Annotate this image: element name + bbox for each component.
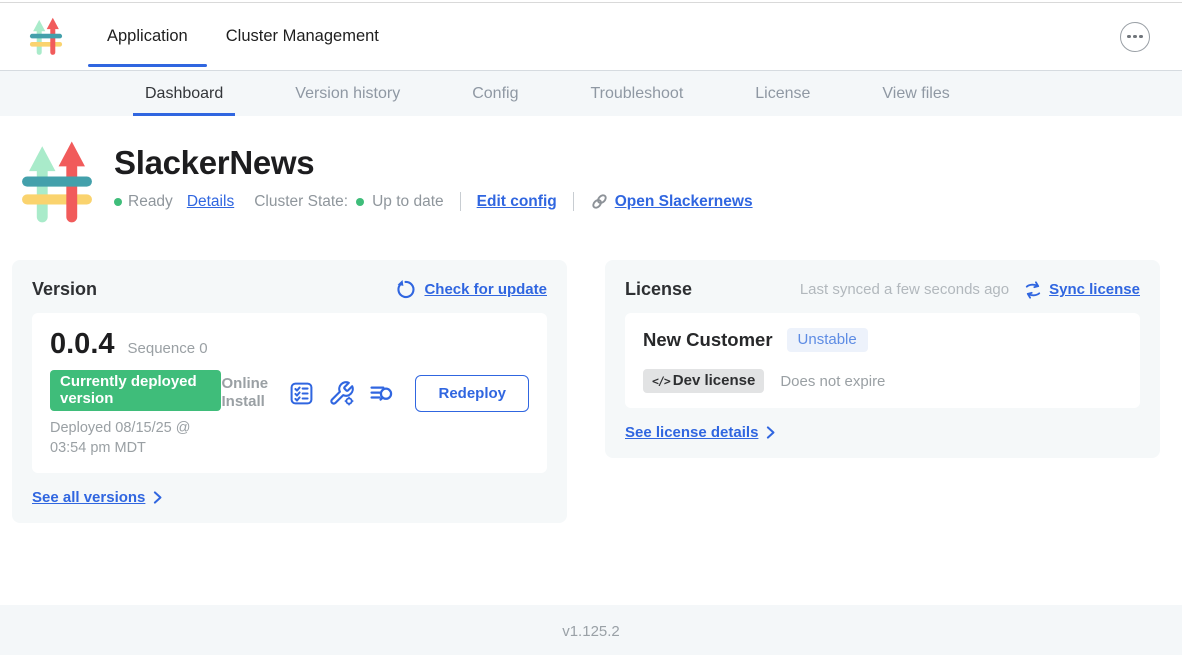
app-logo-large [18,140,96,227]
preflight-checks-icon [288,380,315,407]
app-header-text: SlackerNews Ready Details Cluster State:… [114,138,753,211]
cluster-state-value: Up to date [372,193,444,211]
topbar-right [1120,3,1182,70]
subnav-tab-version-history-label: Version history [295,85,400,103]
dashboard-main: SlackerNews Ready Details Cluster State:… [0,116,1182,605]
open-app-link[interactable]: Open Slackernews [615,193,753,211]
version-action-icons [288,380,395,407]
app-subnav: Dashboard Version history Config Trouble… [0,71,1182,116]
app-status-text: Ready [128,193,173,211]
subnav-tab-license[interactable]: License [743,71,822,116]
dashboard-cards: Version Check for update 0.0.4 Sequence [12,260,1160,523]
chevron-right-icon [149,489,166,506]
version-info: 0.0.4 Sequence 0 Currently deployed vers… [50,328,221,458]
edit-config-link[interactable]: Edit config [477,193,557,211]
sync-arrows-icon [1023,280,1043,300]
slackernews-logo-icon [28,17,64,57]
sync-license[interactable]: Sync license [1023,280,1140,300]
tab-application[interactable]: Application [88,3,207,70]
see-license-details[interactable]: See license details [625,424,1140,441]
deploy-logs-button[interactable] [368,380,395,407]
current-version-panel: 0.0.4 Sequence 0 Currently deployed vers… [32,313,547,473]
status-details-link[interactable]: Details [187,193,234,211]
app-logo-small [0,3,88,70]
ellipsis-dot [1127,35,1131,39]
subnav-tab-config-label: Config [472,85,518,103]
see-all-versions-link[interactable]: See all versions [32,489,145,506]
channel-badge: Unstable [787,328,868,352]
version-sequence: Sequence 0 [128,340,208,357]
customer-name: New Customer [643,329,773,351]
install-type-label: Online Install [221,375,273,411]
subnav-tab-view-files[interactable]: View files [870,71,961,116]
license-type-badge: </> Dev license [643,369,764,393]
version-card-header: Version Check for update [32,279,547,300]
subnav-tab-config[interactable]: Config [460,71,530,116]
license-sync-area: Last synced a few seconds ago Sync licen… [800,280,1140,300]
subnav-tab-dashboard[interactable]: Dashboard [133,71,235,116]
version-number-row: 0.0.4 Sequence 0 [50,328,221,361]
tab-cluster-management-label: Cluster Management [226,27,379,46]
version-number: 0.0.4 [50,328,115,361]
config-wrench-icon [328,380,355,407]
subnav-tab-license-label: License [755,85,810,103]
license-type-label: Dev license [673,372,756,389]
app-header: SlackerNews Ready Details Cluster State:… [18,138,1182,227]
version-card-title: Version [32,279,97,300]
app-status-dot [114,198,122,206]
customer-row: New Customer Unstable [643,328,1122,352]
tab-application-label: Application [107,27,188,46]
see-license-details-link[interactable]: See license details [625,424,758,441]
app-title: SlackerNews [114,144,753,182]
license-card-header: License Last synced a few seconds ago Sy… [625,279,1140,300]
license-details-panel: New Customer Unstable </> Dev license Do… [625,313,1140,408]
subnav-tab-view-files-label: View files [882,85,949,103]
more-menu-button[interactable] [1120,22,1150,52]
license-expiration: Does not expire [780,373,885,390]
console-version: v1.125.2 [562,623,620,640]
version-card: Version Check for update 0.0.4 Sequence [12,260,567,523]
last-synced-text: Last synced a few seconds ago [800,281,1009,298]
license-card-title: License [625,279,692,300]
chain-link-icon [590,192,609,211]
redeploy-button[interactable]: Redeploy [415,375,529,412]
subnav-tab-dashboard-label: Dashboard [145,85,223,103]
chevron-right-icon [762,424,779,441]
console-footer: v1.125.2 [0,605,1182,655]
refresh-icon [395,279,416,300]
license-type-row: </> Dev license Does not expire [643,369,1122,393]
tab-cluster-management[interactable]: Cluster Management [207,3,398,70]
check-for-update-link[interactable]: Check for update [424,281,547,298]
app-status-row: Ready Details Cluster State: Up to date … [114,192,753,211]
divider [573,192,574,211]
config-wrench-button[interactable] [328,380,355,407]
check-for-update[interactable]: Check for update [395,279,547,300]
subnav-tab-version-history[interactable]: Version history [283,71,412,116]
license-card: License Last synced a few seconds ago Sy… [605,260,1160,458]
see-all-versions[interactable]: See all versions [32,489,547,506]
ellipsis-dot [1139,35,1143,39]
deployed-status-badge: Currently deployed version [50,370,221,411]
divider [460,192,461,211]
sync-license-link[interactable]: Sync license [1049,281,1140,298]
cluster-state-label: Cluster State: [254,193,348,211]
version-actions: Online Install [221,375,529,412]
slackernews-logo-icon [18,140,96,227]
cluster-state-dot [356,198,364,206]
ellipsis-dot [1133,35,1137,39]
subnav-tab-troubleshoot[interactable]: Troubleshoot [578,71,695,116]
open-app-linkline[interactable]: Open Slackernews [590,192,753,211]
deployed-timestamp: Deployed 08/15/25 @ 03:54 pm MDT [50,419,221,458]
topbar-tabs: Application Cluster Management [88,3,398,70]
preflight-checks-button[interactable] [288,380,315,407]
deploy-logs-icon [368,380,395,407]
subnav-tab-troubleshoot-label: Troubleshoot [590,85,683,103]
code-brackets-icon: </> [652,374,670,388]
kots-admin-console: Application Cluster Management Dashboard… [0,0,1182,655]
topbar: Application Cluster Management [0,3,1182,71]
